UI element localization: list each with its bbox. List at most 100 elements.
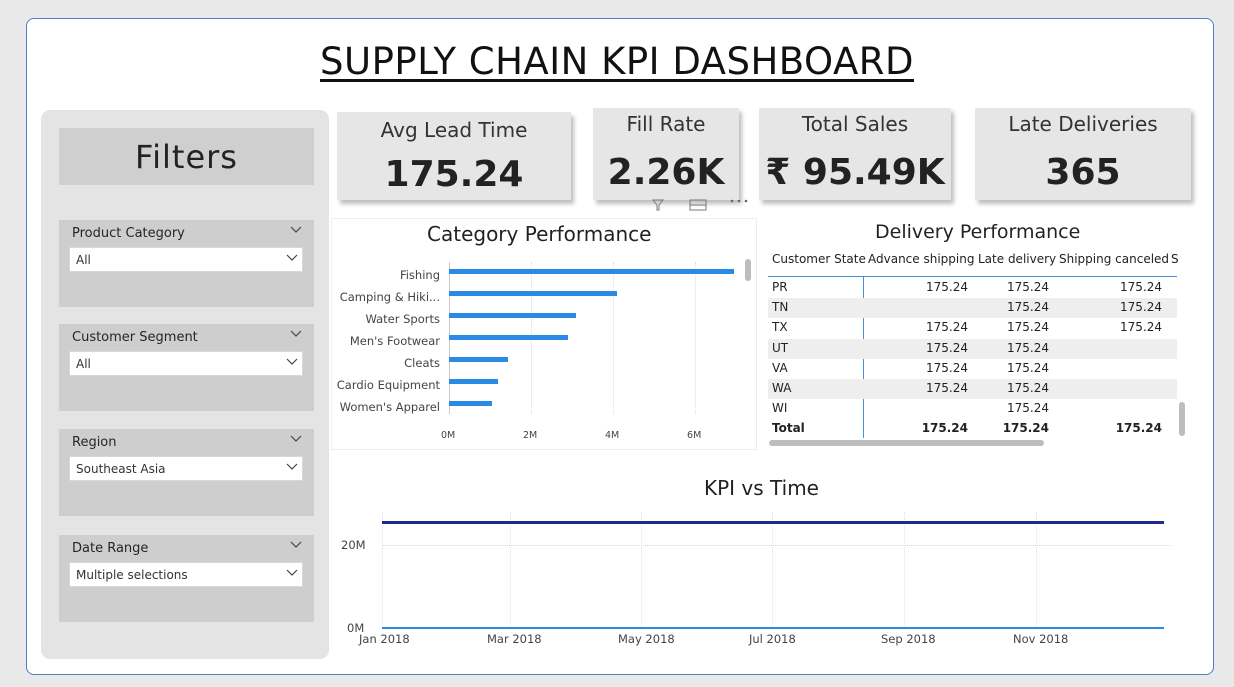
category-bar[interactable] <box>449 357 509 362</box>
table-row-stripe <box>768 379 1177 399</box>
category-label: Fishing <box>399 268 440 282</box>
category-bar[interactable] <box>449 379 499 384</box>
category-label: Women's Apparel <box>339 400 440 414</box>
line-chart-x-tick: Jul 2018 <box>749 632 796 646</box>
dropdown-value: All <box>76 253 91 267</box>
kpi-card-avg-lead-time[interactable]: Avg Lead Time 175.24 <box>337 112 571 200</box>
table-cell-value: 175.24 <box>1007 340 1049 355</box>
chevron-down-icon[interactable] <box>290 223 302 238</box>
table-cell-value: 175.24 <box>1007 300 1049 315</box>
table-total-value: 175.24 <box>1115 421 1162 436</box>
table-cell-value: 175.24 <box>1120 280 1162 294</box>
table-horizontal-scrollbar[interactable] <box>769 440 1044 446</box>
line-chart-x-tick: Sep 2018 <box>881 632 936 646</box>
line-chart-vgridline <box>1036 512 1037 628</box>
line-chart-series-1[interactable] <box>382 520 1164 524</box>
category-bar[interactable] <box>449 269 734 274</box>
table-column-header[interactable]: Advance shipping <box>868 252 974 266</box>
category-bar[interactable] <box>449 335 568 340</box>
category-chart-title: Category Performance <box>427 222 652 246</box>
table-cell-value: 175.24 <box>1007 401 1049 416</box>
category-chart-scrollbar[interactable] <box>745 259 751 281</box>
table-column-header[interactable]: Shipping canceled <box>1059 252 1169 266</box>
category-bar[interactable] <box>449 291 618 296</box>
dropdown-value: Southeast Asia <box>76 462 166 476</box>
line-chart-gridline <box>382 545 1172 547</box>
table-cell-value: 175.24 <box>926 381 968 395</box>
table-header-divider <box>768 276 1177 277</box>
table-cell-value: 175.24 <box>926 360 968 375</box>
table-cell-value: 175.24 <box>1007 320 1049 335</box>
line-chart-y-tick: 20M <box>341 538 366 553</box>
line-chart-series-2[interactable] <box>382 627 1164 629</box>
table-cell-state: VA <box>772 360 788 375</box>
more-options-icon[interactable] <box>728 196 750 206</box>
chevron-down-icon <box>286 254 298 261</box>
slicer-title: Date Range <box>72 541 149 556</box>
line-chart-vgridline <box>510 512 511 628</box>
category-gridline <box>695 262 697 414</box>
kpi-value: ₹ 95.49K <box>765 152 945 193</box>
table-column-header[interactable]: Customer State <box>772 252 866 266</box>
chevron-down-icon <box>286 463 298 470</box>
category-bar[interactable] <box>449 401 493 406</box>
line-chart-x-tick: Nov 2018 <box>1013 632 1069 646</box>
delivery-table-title: Delivery Performance <box>875 221 1081 243</box>
region-dropdown[interactable]: Southeast Asia <box>69 456 303 481</box>
slicer-title: Product Category <box>72 226 185 241</box>
line-chart-title: KPI vs Time <box>704 476 819 500</box>
dashboard-title: SUPPLY CHAIN KPI DASHBOARD <box>320 40 914 83</box>
category-label: Cardio Equipment <box>336 378 440 392</box>
category-x-tick: 6M <box>687 430 702 441</box>
dropdown-value: Multiple selections <box>76 568 188 582</box>
table-column-header[interactable]: Late delivery <box>978 252 1056 266</box>
table-cell-value: 175.24 <box>926 280 968 294</box>
table-cell-state: TX <box>772 320 788 335</box>
category-x-tick: 4M <box>605 430 620 441</box>
slicer-date-range: Date Range Multiple selections <box>59 535 314 622</box>
category-bar[interactable] <box>449 313 577 318</box>
line-chart-x-tick: Mar 2018 <box>487 632 542 646</box>
chevron-down-icon[interactable] <box>290 432 302 447</box>
table-cell-state: UT <box>772 340 789 355</box>
table-cell-value: 175.24 <box>1007 381 1049 395</box>
table-total-value: 175.24 <box>921 421 968 436</box>
table-cell-value: 175.24 <box>1120 320 1162 335</box>
kpi-card-total-sales[interactable]: Total Sales ₹ 95.49K <box>759 108 951 200</box>
focus-mode-icon[interactable] <box>688 196 708 212</box>
line-chart-vgridline <box>382 512 383 628</box>
kpi-label: Total Sales <box>801 112 909 136</box>
slicer-title: Region <box>72 435 117 450</box>
kpi-label: Fill Rate <box>626 112 706 136</box>
table-cell-value: 175.24 <box>1120 300 1162 315</box>
category-label: Water Sports <box>365 312 440 326</box>
chevron-down-icon <box>286 569 298 576</box>
category-x-tick: 0M <box>441 430 456 441</box>
table-cell-value: 175.24 <box>1007 280 1049 294</box>
table-cell-value: 175.24 <box>1007 360 1049 375</box>
line-chart-vgridline <box>904 512 905 628</box>
table-cell-value: 175.24 <box>926 340 968 355</box>
category-label: Camping & Hiki... <box>339 290 440 304</box>
table-total-label: Total <box>772 421 805 436</box>
filter-icon[interactable] <box>650 196 666 212</box>
kpi-card-fill-rate[interactable]: Fill Rate 2.26K <box>593 108 739 200</box>
kpi-label: Avg Lead Time <box>380 118 528 142</box>
line-chart-x-tick: May 2018 <box>618 632 675 646</box>
category-gridline <box>613 262 615 414</box>
table-cell-value: 175.24 <box>926 320 968 335</box>
kpi-card-late-deliveries[interactable]: Late Deliveries 365 <box>975 108 1191 200</box>
filters-header: Filters <box>59 128 314 185</box>
date-range-dropdown[interactable]: Multiple selections <box>69 562 303 587</box>
table-row-stripe <box>768 338 1177 359</box>
line-chart-vgridline <box>641 512 642 628</box>
table-total-value: 175.24 <box>1002 421 1049 436</box>
kpi-value: 365 <box>1045 152 1121 193</box>
chevron-down-icon[interactable] <box>290 538 302 553</box>
table-column-header[interactable]: S <box>1171 252 1179 266</box>
category-label: Cleats <box>404 356 440 370</box>
slicer-region: Region Southeast Asia <box>59 429 314 516</box>
category-x-tick: 2M <box>523 430 538 441</box>
table-vertical-scrollbar[interactable] <box>1179 402 1185 436</box>
line-chart-x-tick: Jan 2018 <box>359 632 410 646</box>
